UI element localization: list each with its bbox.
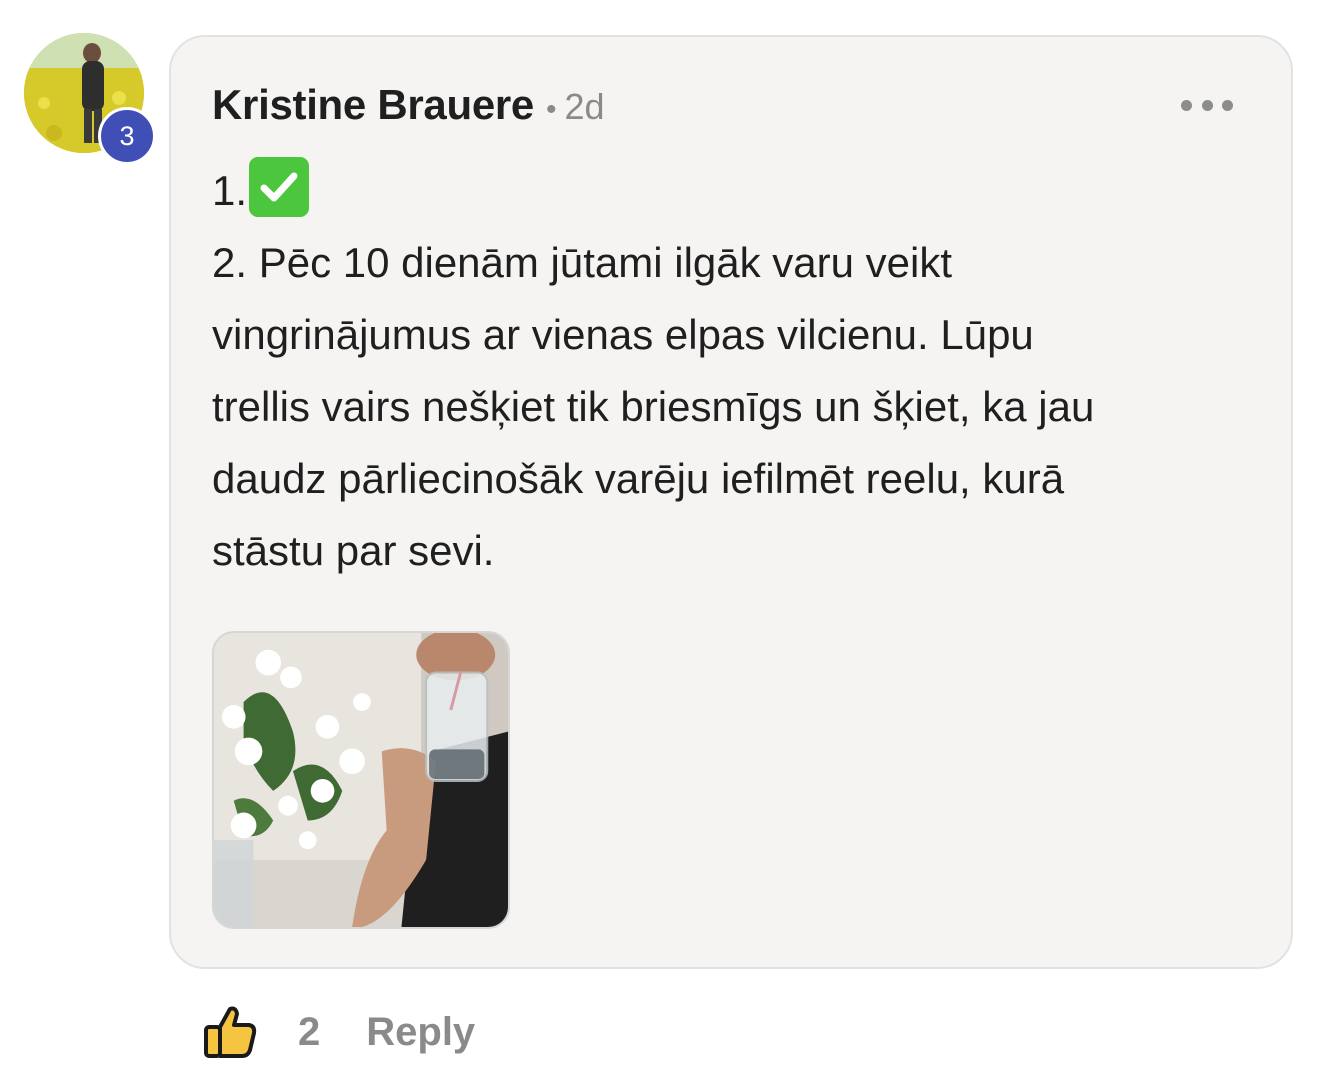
comment-thread: 3 Kristine Brauere • 2d 1. 2. Pēc 10 die… <box>0 0 1320 1081</box>
like-count: 2 <box>298 1009 321 1054</box>
comment-line: stāstu par sevi. <box>212 527 495 574</box>
avatar-container[interactable]: 3 <box>24 33 156 165</box>
comment-line: 1. <box>212 155 1252 227</box>
more-horizontal-icon-dot <box>1222 99 1233 111</box>
comment-body: 1. 2. Pēc 10 dienām jūtami ilgāk varu ve… <box>212 155 1252 587</box>
meta-separator: • <box>546 93 557 126</box>
check-mark-icon <box>249 157 310 217</box>
more-horizontal-icon-dot <box>1201 99 1213 111</box>
comment-line: daudz pārliecinošāk varēju iefilmēt reel… <box>212 455 1065 502</box>
comment-timestamp[interactable]: 2d <box>565 86 605 128</box>
reply-button[interactable]: Reply <box>366 1010 475 1055</box>
comment-bubble: Kristine Brauere • 2d 1. 2. Pēc 10 dienā… <box>169 35 1293 969</box>
comment-line-text: 1. <box>212 167 248 214</box>
author-name[interactable]: Kristine Brauere <box>212 81 534 129</box>
more-options-button[interactable] <box>1181 93 1233 117</box>
thumbs-up-icon <box>204 1006 257 1058</box>
attached-photo[interactable] <box>212 631 510 929</box>
comment-actions: 2 Reply <box>200 1000 475 1064</box>
comment-line: vingrinājumus ar vienas elpas vilcienu. … <box>212 311 1034 358</box>
comment-header: Kristine Brauere • 2d <box>212 81 605 129</box>
like-button[interactable] <box>200 1003 258 1061</box>
level-badge: 3 <box>98 107 156 165</box>
comment-line: trellis vairs nešķiet tik briesmīgs un š… <box>212 383 1095 430</box>
photo-image <box>214 633 508 927</box>
comment-line: 2. Pēc 10 dienām jūtami ilgāk varu veikt <box>212 239 953 286</box>
more-horizontal-icon-dot <box>1181 99 1192 111</box>
